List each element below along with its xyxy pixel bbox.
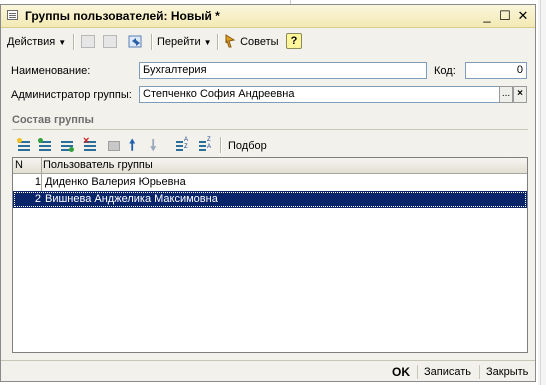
maximize-button[interactable]: ☐	[497, 8, 513, 23]
chevron-down-icon: ▼	[203, 38, 212, 47]
command-bar: Действия ▼ Перейти ▼ Советы ?	[5, 30, 531, 54]
toolbar-separator	[151, 34, 153, 50]
row-number: 1	[34, 176, 41, 188]
footer-divider	[1, 360, 535, 361]
actions-menu[interactable]: Действия ▼	[7, 33, 66, 51]
toolbar-separator	[217, 34, 219, 50]
back-icon[interactable]	[81, 35, 95, 48]
panel-edge-line	[540, 0, 541, 385]
column-header-user[interactable]: Пользователь группы	[41, 158, 153, 173]
code-input[interactable]: 0	[465, 62, 527, 79]
name-input[interactable]: Бухгалтерия	[139, 62, 427, 79]
members-section-title: Состав группы	[12, 114, 94, 126]
move-up-icon[interactable]: 🠕	[129, 138, 145, 154]
edit-row-icon[interactable]	[60, 138, 76, 154]
form-icon	[7, 10, 18, 20]
code-label: Код:	[434, 65, 456, 77]
row-user: Диденко Валерия Юрьевна	[45, 176, 186, 188]
form-window: Группы пользователей: Новый * _ ☐ ✕ Дейс…	[0, 4, 536, 382]
column-header-n[interactable]: N	[13, 158, 23, 173]
delete-row-icon[interactable]: ×	[83, 135, 99, 154]
chevron-down-icon: ▼	[58, 38, 67, 47]
row-user: Вишнева Анджелика Максимовна	[45, 193, 218, 205]
admin-label: Администратор группы:	[11, 89, 132, 101]
close-button[interactable]: Закрыть	[486, 362, 528, 382]
title-bar[interactable]: Группы пользователей: Новый * _ ☐ ✕	[1, 5, 535, 28]
clear-button[interactable]: ×	[513, 86, 527, 103]
minimize-button[interactable]: _	[479, 8, 495, 23]
name-label: Наименование:	[11, 65, 91, 77]
select-button[interactable]: ...	[499, 86, 513, 103]
copy-row-icon[interactable]	[38, 138, 54, 154]
close-window-button[interactable]: ✕	[515, 8, 531, 23]
table-row-selected[interactable]: 2 Вишнева Анджелика Максимовна	[13, 191, 527, 208]
members-table: N Пользователь группы 1 Диденко Валерия …	[12, 157, 528, 353]
table-header: N Пользователь группы	[13, 158, 527, 174]
actions-label: Действия	[7, 36, 56, 48]
tips-button[interactable]: Советы	[223, 33, 279, 51]
admin-input[interactable]: Степченко София Андреевна	[139, 86, 500, 103]
toolbar-separator	[73, 34, 75, 50]
section-divider	[12, 129, 528, 130]
sort-ascending-icon[interactable]: AZ	[175, 137, 191, 154]
ok-button[interactable]: OK	[392, 362, 410, 382]
tips-label: Советы	[240, 36, 279, 48]
refresh-icon[interactable]	[127, 33, 145, 51]
help-button[interactable]: ?	[286, 33, 302, 49]
background-panel-edge	[538, 0, 546, 385]
move-down-icon[interactable]: 🠗	[150, 138, 166, 154]
sort-descending-icon[interactable]: ZA	[198, 137, 214, 154]
goto-label: Перейти	[157, 36, 201, 48]
table-row[interactable]: 1 Диденко Валерия Юрьевна	[13, 174, 527, 191]
end-edit-icon[interactable]	[107, 138, 123, 154]
window-title: Группы пользователей: Новый *	[25, 9, 220, 23]
save-button[interactable]: Записать	[424, 362, 471, 382]
toolbar-separator	[220, 137, 222, 153]
tips-icon	[225, 34, 236, 48]
add-row-icon[interactable]	[17, 138, 33, 154]
footer-separator	[417, 365, 418, 379]
pick-button[interactable]: Подбор	[228, 140, 267, 152]
row-number: 2	[34, 193, 41, 205]
footer-separator	[479, 365, 480, 379]
goto-menu[interactable]: Перейти ▼	[157, 33, 212, 51]
copy-icon[interactable]	[103, 35, 117, 48]
